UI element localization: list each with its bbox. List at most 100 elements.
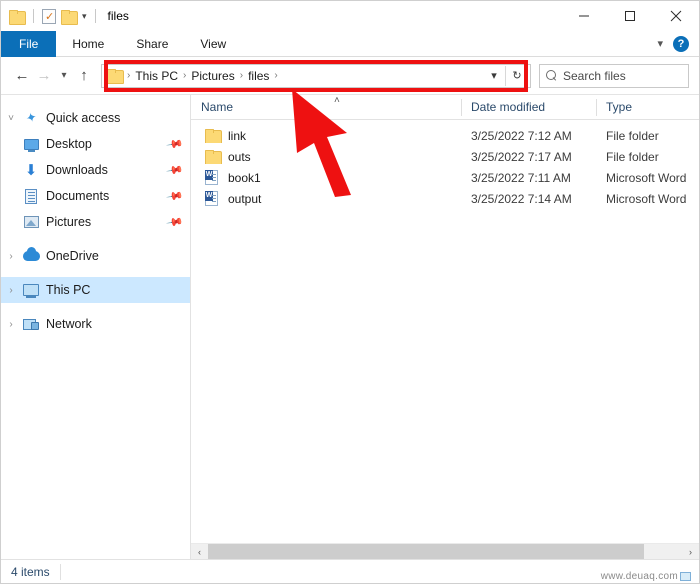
sidebar-item-quick-access[interactable]: ˅ ✦ Quick access: [1, 105, 190, 131]
type-cell: File folder: [606, 128, 659, 143]
type-cell: File folder: [606, 149, 659, 164]
pin-icon[interactable]: 📌: [166, 213, 185, 232]
refresh-icon[interactable]: ↻: [506, 65, 528, 87]
desktop-icon: [21, 138, 41, 152]
watermark-text: www.deuaq.com: [600, 571, 678, 582]
forward-button[interactable]: →: [33, 64, 55, 88]
title-bar: ✓ ▾ files: [1, 1, 699, 31]
tab-view[interactable]: View: [184, 31, 242, 57]
tab-home[interactable]: Home: [56, 31, 120, 57]
status-divider: [59, 563, 61, 580]
tab-file[interactable]: File: [1, 31, 57, 57]
file-name-label: book1: [228, 170, 261, 185]
file-name-cell: link: [191, 129, 461, 143]
customize-quick-access-caret-icon[interactable]: ▾: [82, 11, 87, 21]
pin-icon[interactable]: 📌: [166, 187, 185, 206]
new-folder-icon[interactable]: [61, 9, 78, 25]
sidebar-item-label: Quick access: [46, 111, 121, 125]
sidebar-item-onedrive[interactable]: › OneDrive: [1, 243, 190, 269]
onedrive-cloud-icon: [21, 247, 41, 261]
file-explorer-window: ✓ ▾ files File Home Share View ▾ ? ← → ▾…: [0, 0, 700, 584]
maximize-button[interactable]: [607, 1, 653, 31]
back-button[interactable]: ←: [11, 64, 33, 88]
search-icon: [546, 70, 557, 81]
column-header-type[interactable]: Type: [596, 95, 699, 120]
breadcrumb-item-this-pc[interactable]: This PC: [131, 69, 182, 83]
scroll-right-arrow-icon[interactable]: ›: [682, 543, 699, 560]
pin-icon[interactable]: 📌: [166, 161, 185, 180]
this-pc-icon: [21, 284, 41, 298]
sidebar-item-documents[interactable]: Documents 📌: [1, 183, 190, 209]
sidebar-item-label: This PC: [46, 283, 91, 297]
horizontal-scrollbar[interactable]: ‹ ›: [191, 543, 699, 560]
file-name-label: outs: [228, 149, 251, 164]
previous-locations-chevron-down-icon[interactable]: ▾: [483, 65, 505, 87]
word-document-icon: W: [205, 191, 223, 206]
up-button[interactable]: ↑: [73, 64, 95, 88]
pin-icon[interactable]: 📌: [166, 135, 185, 154]
sidebar-item-label: Pictures: [46, 215, 92, 229]
chevron-down-icon[interactable]: ▾: [657, 37, 663, 50]
scrollbar-thumb[interactable]: [208, 543, 645, 560]
sidebar-item-label: Documents: [46, 189, 110, 203]
breadcrumb-item-pictures[interactable]: Pictures: [187, 69, 238, 83]
table-row[interactable]: link 3/25/2022 7:12 AM File folder: [191, 125, 699, 146]
folder-icon: [205, 150, 223, 164]
address-bar[interactable]: › This PC › Pictures › files › ▾ ↻: [101, 63, 531, 88]
date-modified-cell: 3/25/2022 7:14 AM: [471, 191, 572, 206]
documents-icon: [21, 188, 41, 204]
downloads-icon: ⬇: [24, 161, 38, 179]
sidebar-item-downloads[interactable]: ⬇ Downloads 📌: [1, 157, 190, 183]
scroll-left-arrow-icon[interactable]: ‹: [191, 543, 208, 560]
toolbar-divider: [33, 9, 34, 23]
chevron-right-icon[interactable]: ›: [1, 251, 21, 262]
search-placeholder: Search files: [563, 68, 626, 83]
scrollbar-track[interactable]: [208, 543, 682, 560]
help-icon[interactable]: ?: [673, 35, 689, 52]
column-header-date-modified[interactable]: Date modified: [461, 95, 596, 120]
sidebar-item-this-pc[interactable]: › This PC: [1, 277, 190, 303]
network-icon: [21, 318, 41, 330]
type-cell: Microsoft Word: [606, 170, 687, 185]
table-row[interactable]: W output 3/25/2022 7:14 AM Microsoft Wor…: [191, 188, 699, 209]
tab-share[interactable]: Share: [120, 31, 184, 57]
breadcrumb-item-files[interactable]: files: [244, 69, 273, 83]
ribbon-right-controls: ▾ ?: [657, 31, 699, 56]
sidebar-item-network[interactable]: › Network: [1, 311, 190, 337]
chevron-right-icon[interactable]: ›: [1, 319, 21, 330]
file-list-pane: Name Date modified Type ˄ link 3/25/2022…: [191, 95, 699, 560]
date-modified-cell: 3/25/2022 7:11 AM: [471, 170, 571, 185]
address-bar-row: ← → ▾ ↑ › This PC › Pictures › files › ▾…: [1, 57, 699, 95]
file-name-cell: W output: [191, 191, 461, 206]
properties-icon[interactable]: ✓: [42, 8, 56, 24]
file-name-label: output: [228, 191, 262, 206]
watermark-box-icon: [680, 572, 691, 581]
chevron-right-icon[interactable]: ›: [1, 285, 21, 296]
recent-locations-icon[interactable]: ▾: [55, 64, 73, 88]
file-name-cell: W book1: [191, 170, 461, 185]
window-controls: [561, 1, 699, 31]
minimize-button[interactable]: [561, 1, 607, 31]
column-header-name[interactable]: Name: [191, 95, 461, 120]
watermark: www.deuaq.com: [601, 571, 691, 582]
file-name-label: link: [228, 128, 247, 143]
folder-icon[interactable]: [9, 9, 26, 25]
item-count-label: 4 items: [11, 564, 50, 579]
breadcrumb-separator-3[interactable]: ›: [273, 70, 278, 81]
file-rows: link 3/25/2022 7:12 AM File folder outs …: [191, 120, 699, 543]
pictures-icon: [21, 216, 41, 228]
chevron-down-icon[interactable]: ˅: [1, 113, 21, 124]
table-row[interactable]: W book1 3/25/2022 7:11 AM Microsoft Word: [191, 167, 699, 188]
star-pin-icon: ✦: [23, 108, 39, 127]
word-document-icon: W: [205, 170, 223, 185]
breadcrumb: This PC › Pictures › files ›: [131, 69, 483, 83]
sidebar-item-label: Downloads: [46, 163, 108, 177]
search-input[interactable]: Search files: [539, 63, 689, 88]
sort-ascending-icon: ˄: [334, 95, 340, 106]
window-title: files: [107, 9, 129, 23]
sidebar-item-pictures[interactable]: Pictures 📌: [1, 209, 190, 235]
address-folder-icon: [107, 69, 124, 84]
table-row[interactable]: outs 3/25/2022 7:17 AM File folder: [191, 146, 699, 167]
close-button[interactable]: [653, 1, 699, 31]
sidebar-item-desktop[interactable]: Desktop 📌: [1, 131, 190, 157]
